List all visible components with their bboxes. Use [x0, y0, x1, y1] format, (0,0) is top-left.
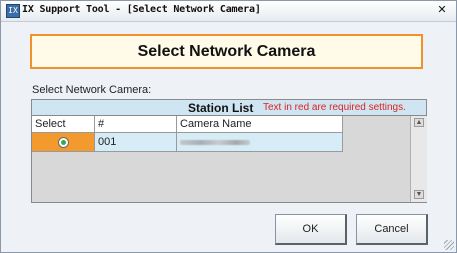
scroll-down-icon[interactable]: ▼ [414, 190, 424, 199]
resize-grip-icon[interactable] [444, 240, 454, 250]
app-icon: IX [6, 4, 20, 18]
window-title: IX Support Tool - [Select Network Camera… [22, 4, 261, 15]
vertical-scrollbar[interactable]: ▲ ▼ [410, 116, 427, 202]
column-header-camera-name[interactable]: Camera Name [177, 116, 343, 133]
scroll-up-icon[interactable]: ▲ [414, 118, 424, 127]
station-list-grid: Station List Text in red are required se… [31, 99, 427, 203]
select-network-camera-window: IX IX Support Tool - [Select Network Cam… [0, 0, 457, 253]
header-banner: Select Network Camera [30, 34, 423, 69]
station-list-title: Station List [188, 101, 254, 115]
row-camera-name-cell[interactable] [177, 133, 343, 152]
close-icon[interactable]: ✕ [436, 3, 448, 16]
column-header-number[interactable]: # [95, 116, 177, 133]
cancel-button[interactable]: Cancel [356, 214, 428, 245]
radio-selected-icon[interactable] [57, 137, 69, 148]
row-select-cell[interactable] [32, 133, 95, 152]
station-list-header: Station List Text in red are required se… [32, 100, 426, 116]
title-bar[interactable]: IX IX Support Tool - [Select Network Cam… [1, 1, 456, 22]
section-label: Select Network Camera: [32, 84, 152, 96]
page-title: Select Network Camera [137, 42, 316, 60]
obscured-camera-name [180, 140, 250, 145]
required-settings-note: Text in red are required settings. [263, 102, 406, 113]
ok-button[interactable]: OK [275, 214, 347, 245]
column-header-select[interactable]: Select [32, 116, 95, 133]
row-number-cell[interactable]: 001 [95, 133, 177, 152]
